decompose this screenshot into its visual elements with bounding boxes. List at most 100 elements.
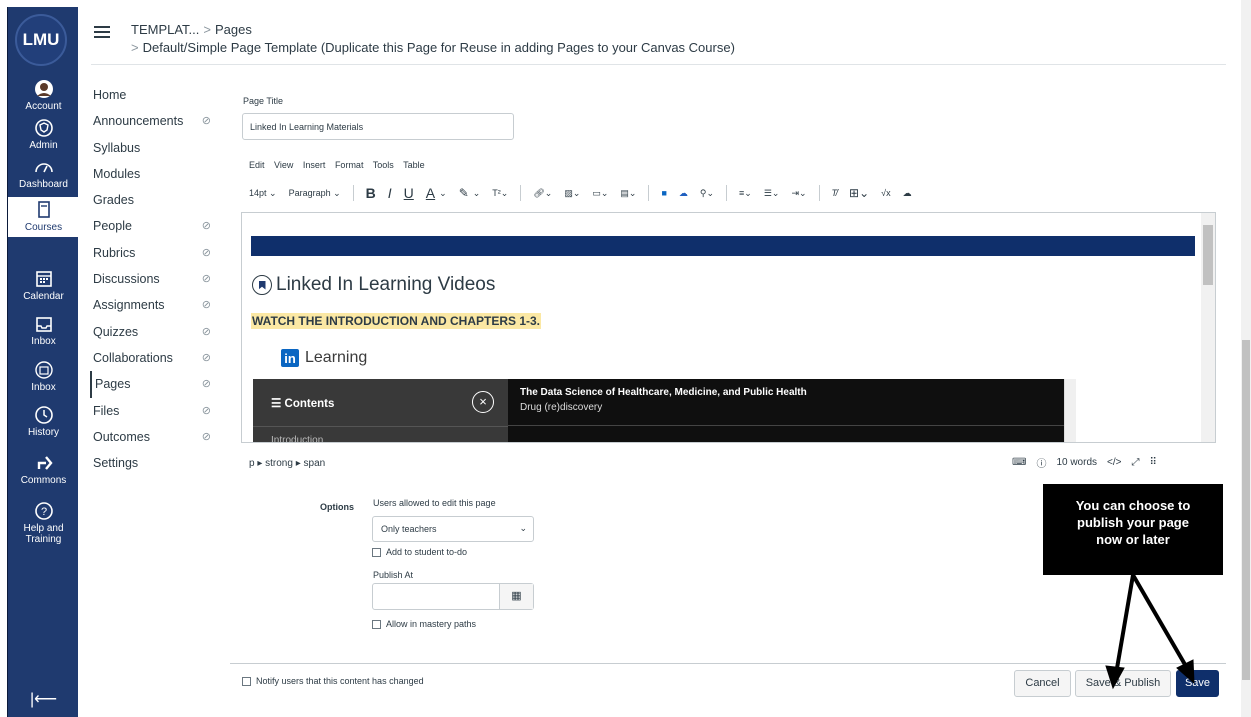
image-icon[interactable]: ▨⌄ (564, 188, 580, 199)
avatar-icon (34, 80, 53, 98)
checkbox-box[interactable] (242, 676, 251, 686)
nav-help[interactable]: ? Help and Training (8, 501, 79, 545)
course-nav-files[interactable]: Files ⊘ (93, 398, 223, 424)
course-nav-rubrics[interactable]: Rubrics ⊘ (93, 240, 223, 266)
upload-cloud-icon[interactable]: ☁ (903, 188, 912, 199)
cancel-button[interactable]: Cancel (1014, 670, 1071, 697)
calendar-icon[interactable]: ▦ (499, 584, 533, 609)
chevron-right-icon: > (131, 40, 139, 55)
intro-item[interactable]: Introduction (271, 435, 323, 442)
accessibility-icon[interactable]: ⓘ (1036, 455, 1046, 470)
superscript-icon[interactable]: T²⌄ (492, 188, 508, 199)
clear-format-icon[interactable]: T̸ (832, 188, 838, 198)
chevron-down-icon[interactable]: ⌄ (473, 188, 481, 199)
course-nav-pages[interactable]: Pages ⊘ (90, 371, 223, 398)
editor-scrollbar[interactable] (1201, 213, 1215, 442)
menu-insert[interactable]: Insert (303, 160, 326, 170)
link-icon[interactable]: 🔗︎⌄ (533, 188, 552, 199)
indent-icon[interactable]: ⇥⌄ (791, 188, 806, 199)
font-size-select[interactable]: 14pt ⌄ (249, 188, 277, 199)
menu-tools[interactable]: Tools (373, 160, 394, 170)
page-title-input[interactable] (242, 113, 514, 140)
course-nav-outcomes[interactable]: Outcomes ⊘ (93, 424, 223, 450)
course-nav-collaborations[interactable]: Collaborations ⊘ (93, 345, 223, 371)
highlight-color-icon[interactable]: ✎ (459, 186, 469, 200)
shield-icon (34, 119, 53, 137)
nav-account[interactable]: Account (8, 79, 79, 112)
block-format-select[interactable]: Paragraph ⌄ (289, 188, 341, 199)
mastery-paths-checkbox[interactable]: Allow in mastery paths (372, 619, 476, 629)
save-button[interactable]: Save (1176, 670, 1219, 697)
plug-icon[interactable]: ⚲⌄ (700, 188, 714, 199)
nav-dashboard[interactable]: Dashboard (8, 157, 79, 190)
nav-admin[interactable]: Admin (8, 118, 79, 151)
menu-format[interactable]: Format (335, 160, 364, 170)
course-nav-syllabus[interactable]: Syllabus (93, 135, 223, 161)
page-scrollbar[interactable] (1241, 0, 1251, 717)
equation-icon[interactable]: √x (881, 188, 890, 198)
course-nav-announcements[interactable]: Announcements ⊘ (93, 108, 223, 134)
editor-statusbar: ⌨ ⓘ 10 words </> ⤢ ⠿ (1012, 455, 1167, 470)
embed-contents-panel: ☰ Contents × Introduction (253, 379, 508, 442)
nav-calendar[interactable]: Calendar (8, 269, 79, 302)
publish-at-input[interactable]: ▦ (372, 583, 534, 610)
hidden-eye-icon: ⊘ (201, 273, 211, 286)
course-nav-people[interactable]: People ⊘ (93, 213, 223, 239)
nav-commons[interactable]: Commons (8, 453, 79, 486)
breadcrumb-course[interactable]: TEMPLAT... (131, 22, 199, 37)
breadcrumb: TEMPLAT... > Pages (131, 22, 252, 37)
menu-edit[interactable]: Edit (249, 160, 265, 170)
bold-icon[interactable]: B (366, 185, 376, 201)
hidden-eye-icon: ⊘ (201, 404, 211, 417)
fullscreen-icon[interactable]: ⤢ (1131, 457, 1139, 468)
edit-permission-select[interactable]: Only teachers ⌄ (372, 516, 534, 542)
rich-content-editor[interactable]: Linked In Learning Videos WATCH THE INTR… (241, 212, 1216, 443)
course-nav-modules[interactable]: Modules (93, 161, 223, 187)
document-icon[interactable]: ▤⌄ (620, 188, 636, 199)
collapse-nav-icon[interactable]: |⟵ (30, 689, 57, 709)
student-todo-checkbox[interactable]: Add to student to-do (372, 547, 467, 557)
course-nav-settings[interactable]: Settings (93, 450, 223, 476)
chevron-down-icon[interactable]: ⌄ (439, 188, 447, 199)
notify-users-checkbox[interactable]: Notify users that this content has chang… (242, 676, 424, 686)
nav-courses[interactable]: Courses (8, 197, 79, 237)
keyboard-icon[interactable]: ⌨ (1012, 457, 1026, 468)
save-and-publish-button[interactable]: Save & Publish (1075, 670, 1171, 697)
close-icon[interactable]: × (472, 391, 494, 413)
hamburger-menu-icon[interactable] (94, 26, 110, 38)
nav-history[interactable]: History (8, 405, 79, 438)
embed-scrollbar[interactable] (1064, 379, 1076, 442)
underline-icon[interactable]: U (404, 185, 414, 201)
app-icon[interactable]: ■ (661, 188, 666, 198)
scrollbar-thumb[interactable] (1242, 340, 1250, 680)
page-title-label: Page Title (243, 96, 284, 106)
lmu-logo[interactable]: LMU (15, 14, 67, 66)
footer-divider (230, 663, 1226, 664)
checkbox-box[interactable] (372, 547, 381, 557)
course-nav-discussions[interactable]: Discussions ⊘ (93, 266, 223, 292)
embed-video-panel[interactable]: The Data Science of Healthcare, Medicine… (508, 379, 1064, 442)
menu-table[interactable]: Table (403, 160, 425, 170)
course-nav-assignments[interactable]: Assignments ⊘ (93, 292, 223, 318)
nav-inbox-2[interactable]: Inbox (8, 360, 79, 393)
scrollbar-thumb[interactable] (1203, 225, 1213, 285)
text-color-icon[interactable]: A (426, 185, 435, 201)
resize-handle-icon[interactable]: ⠿ (1149, 457, 1156, 468)
italic-icon[interactable]: I (388, 185, 392, 201)
word-count[interactable]: 10 words (1056, 457, 1097, 468)
course-nav-home[interactable]: Home (93, 82, 223, 108)
list-icon[interactable]: ☰⌄ (764, 188, 780, 199)
content-banner (251, 236, 1195, 256)
nav-inbox[interactable]: Inbox (8, 314, 79, 347)
align-icon[interactable]: ≡⌄ (739, 188, 752, 199)
html-editor-toggle[interactable]: </> (1107, 457, 1121, 468)
hidden-eye-icon: ⊘ (201, 430, 211, 443)
media-icon[interactable]: ▭⌄ (592, 188, 608, 199)
breadcrumb-pages[interactable]: Pages (215, 22, 252, 37)
course-nav-quizzes[interactable]: Quizzes ⊘ (93, 319, 223, 345)
checkbox-box[interactable] (372, 619, 381, 629)
table-icon[interactable]: ⊞⌄ (849, 186, 869, 200)
course-nav-grades[interactable]: Grades (93, 187, 223, 213)
cloud-app-icon[interactable]: ☁ (679, 188, 688, 199)
menu-view[interactable]: View (274, 160, 293, 170)
